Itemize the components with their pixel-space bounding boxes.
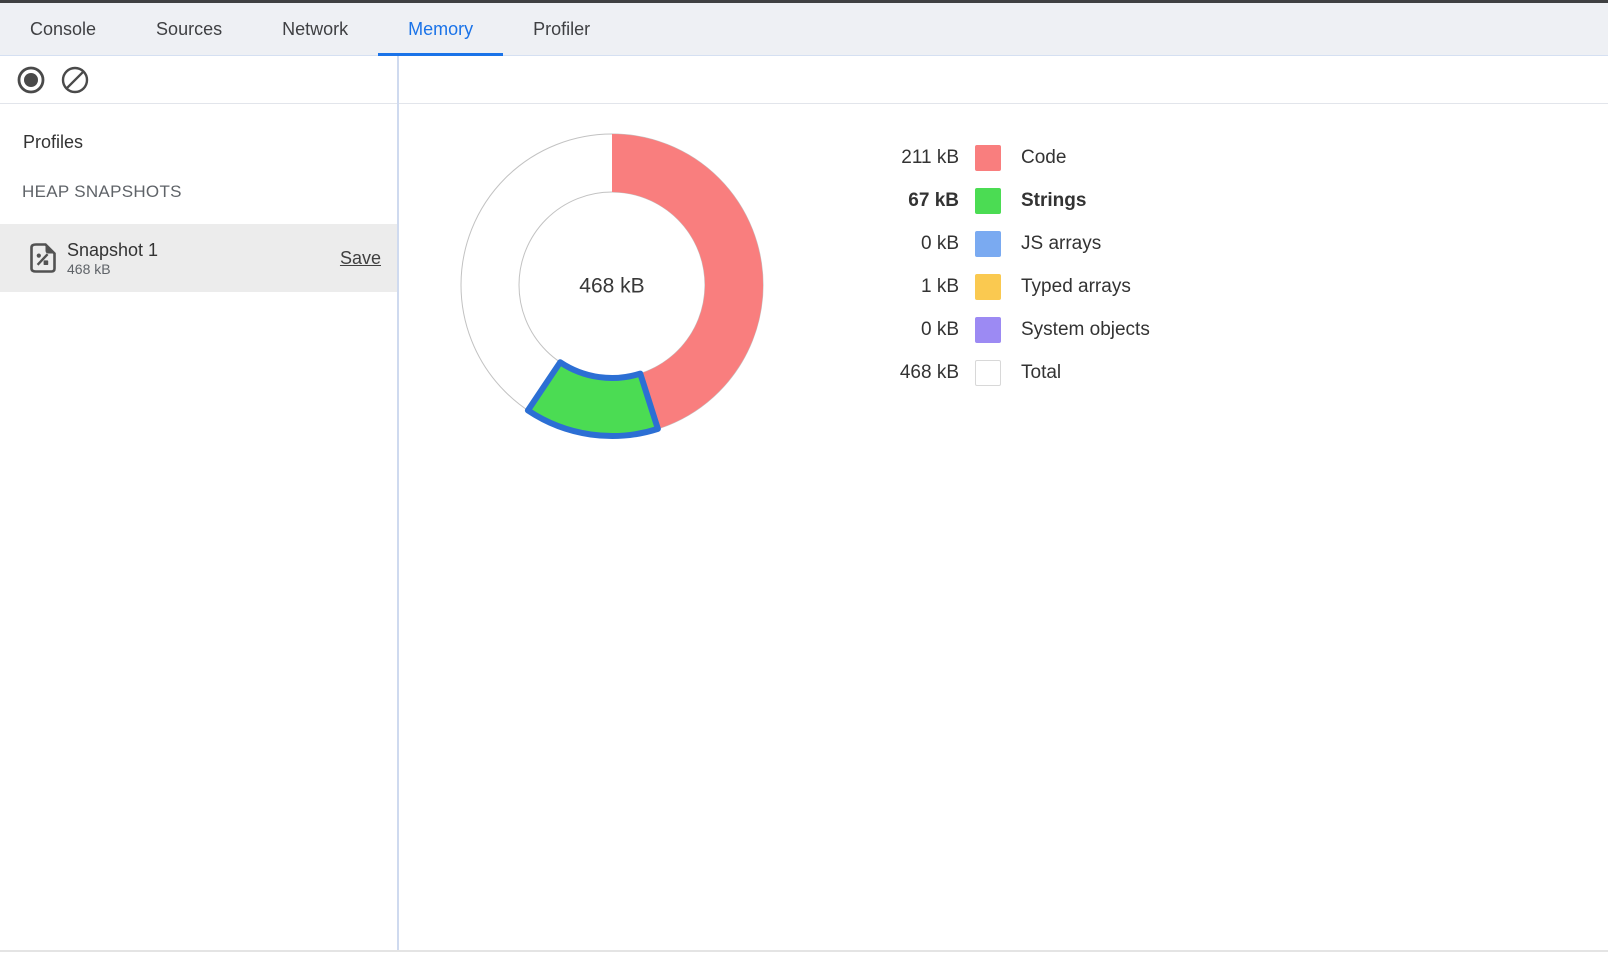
legend-label: Total bbox=[1021, 362, 1061, 384]
legend-swatch bbox=[975, 274, 1001, 300]
panel-bottom-border bbox=[0, 950, 1608, 952]
legend-swatch bbox=[975, 317, 1001, 343]
snapshot-list-item[interactable]: Snapshot 1 468 kB Save bbox=[0, 224, 397, 292]
legend-row-total[interactable]: 468 kB Total bbox=[819, 359, 1150, 386]
legend-row-js-arrays[interactable]: 0 kB JS arrays bbox=[819, 230, 1150, 257]
legend-label: Strings bbox=[1021, 190, 1086, 212]
legend-value: 0 kB bbox=[819, 233, 959, 255]
legend-swatch bbox=[975, 188, 1001, 214]
legend-label: JS arrays bbox=[1021, 233, 1101, 255]
snapshot-text: Snapshot 1 468 kB bbox=[67, 239, 158, 278]
tab-console[interactable]: Console bbox=[0, 3, 126, 55]
chart-legend: 211 kB Code 67 kB Strings 0 kB JS arrays 1 kB T… bbox=[819, 144, 1150, 402]
legend-value: 468 kB bbox=[819, 362, 959, 384]
tab-network[interactable]: Network bbox=[252, 3, 378, 55]
legend-value: 211 kB bbox=[819, 147, 959, 169]
legend-swatch bbox=[975, 231, 1001, 257]
legend-value: 67 kB bbox=[819, 190, 959, 212]
profiles-sidebar: Profiles HEAP SNAPSHOTS Snapshot 1 468 k… bbox=[0, 104, 397, 954]
memory-panel-toolbar: Statistics bbox=[0, 56, 1608, 104]
devtools-tab-bar: ConsoleSourcesNetworkMemoryProfiler bbox=[0, 3, 1608, 56]
profiles-heading: Profiles bbox=[23, 132, 397, 153]
legend-row-strings[interactable]: 67 kB Strings bbox=[819, 187, 1150, 214]
save-snapshot-link[interactable]: Save bbox=[340, 248, 381, 269]
legend-label: System objects bbox=[1021, 319, 1150, 341]
legend-value: 0 kB bbox=[819, 319, 959, 341]
record-heap-snapshot-button[interactable] bbox=[16, 65, 46, 95]
heap-snapshots-section-label: HEAP SNAPSHOTS bbox=[22, 182, 397, 202]
heap-statistics-donut-chart[interactable]: 468 kB bbox=[452, 125, 772, 445]
record-icon bbox=[16, 65, 46, 95]
legend-swatch bbox=[975, 145, 1001, 171]
legend-label: Typed arrays bbox=[1021, 276, 1131, 298]
donut-total-label: 468 kB bbox=[579, 275, 644, 298]
clear-icon bbox=[60, 65, 90, 95]
legend-value: 1 kB bbox=[819, 276, 959, 298]
legend-row-system-objects[interactable]: 0 kB System objects bbox=[819, 316, 1150, 343]
snapshot-title: Snapshot 1 bbox=[67, 239, 158, 261]
clear-profiles-button[interactable] bbox=[60, 65, 90, 95]
tab-memory[interactable]: Memory bbox=[378, 3, 503, 55]
tab-profiler[interactable]: Profiler bbox=[503, 3, 620, 55]
legend-row-code[interactable]: 211 kB Code bbox=[819, 144, 1150, 171]
legend-label: Code bbox=[1021, 147, 1066, 169]
legend-row-typed-arrays[interactable]: 1 kB Typed arrays bbox=[819, 273, 1150, 300]
toolbar-buttons bbox=[16, 56, 90, 104]
heap-snapshot-file-icon bbox=[30, 243, 56, 273]
tab-sources[interactable]: Sources bbox=[126, 3, 252, 55]
snapshot-size: 468 kB bbox=[67, 261, 158, 278]
legend-swatch bbox=[975, 360, 1001, 386]
